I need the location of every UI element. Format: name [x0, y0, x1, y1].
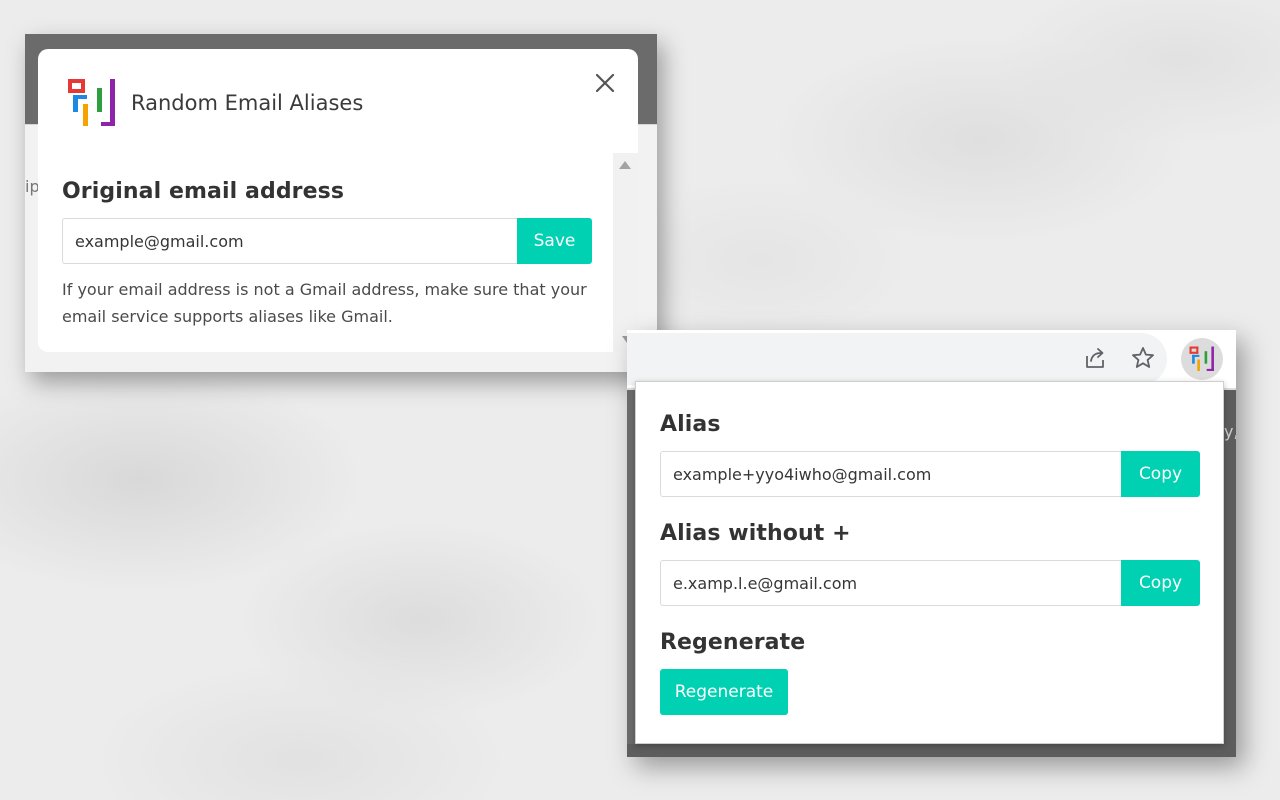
- extension-popup: Alias Copy Alias without + Copy Regenera…: [635, 381, 1224, 744]
- alias-heading: Alias: [660, 412, 721, 437]
- scroll-up-arrow-icon[interactable]: [619, 161, 631, 169]
- alias-row: Copy: [660, 451, 1200, 497]
- options-window: ip Random Email Aliases Original email a…: [25, 34, 657, 372]
- background-text-fragment: ip: [25, 177, 39, 196]
- background-page-strip: [1224, 390, 1236, 757]
- popup-body: Alias Copy Alias without + Copy Regenera…: [660, 412, 1200, 715]
- background-text-fragment: y,: [1224, 422, 1236, 441]
- alias-field[interactable]: [660, 451, 1121, 497]
- app-title: Random Email Aliases: [131, 91, 364, 115]
- dialog-scrollbar[interactable]: [613, 153, 638, 352]
- close-button[interactable]: [591, 69, 619, 97]
- original-email-input[interactable]: [62, 218, 517, 264]
- options-dialog: Random Email Aliases Original email addr…: [38, 49, 638, 352]
- extension-button[interactable]: [1181, 338, 1223, 380]
- app-logo-icon: [68, 79, 115, 126]
- original-email-row: Save: [62, 218, 592, 264]
- save-button[interactable]: Save: [517, 218, 592, 264]
- alias-without-plus-field[interactable]: [660, 560, 1121, 606]
- dialog-header: Random Email Aliases: [38, 49, 638, 149]
- background-page-bottom: [627, 744, 1236, 757]
- popup-window: y, Alias Copy Alias without + Copy Regen…: [627, 330, 1236, 757]
- extension-logo-icon: [1189, 346, 1214, 371]
- help-text: If your email address is not a Gmail add…: [62, 280, 587, 326]
- alias-without-plus-row: Copy: [660, 560, 1200, 606]
- copy-alias-without-plus-button[interactable]: Copy: [1121, 560, 1200, 606]
- dialog-body: Original email address Save If your emai…: [62, 179, 592, 330]
- share-icon[interactable]: [1081, 344, 1109, 372]
- close-icon: [595, 73, 615, 93]
- regenerate-button[interactable]: Regenerate: [660, 669, 788, 715]
- star-icon[interactable]: [1129, 344, 1157, 372]
- regenerate-heading: Regenerate: [660, 630, 806, 655]
- original-email-heading: Original email address: [62, 179, 345, 204]
- alias-without-plus-heading: Alias without +: [660, 521, 851, 546]
- copy-alias-button[interactable]: Copy: [1121, 451, 1200, 497]
